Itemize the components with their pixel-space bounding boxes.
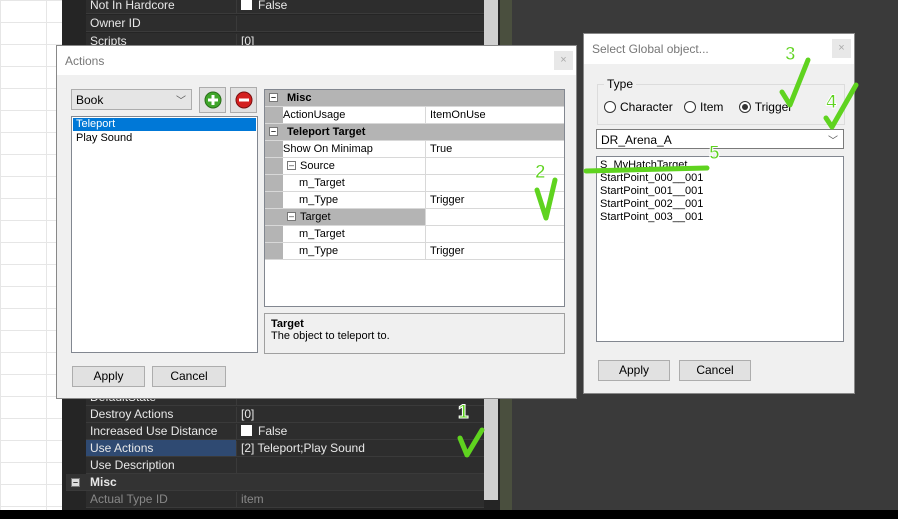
underline-mark: [583, 165, 710, 174]
annotation-2: 2: [535, 162, 546, 183]
annotation-1: 1: [458, 402, 469, 423]
checkmark-icon: [779, 57, 811, 108]
annotation-3: 3: [785, 44, 796, 65]
checkmark-icon: [457, 427, 485, 458]
annotation-5: 5: [709, 143, 720, 164]
annotation-4: 4: [826, 92, 837, 113]
annotation-overlay: 1 2 3 4 5: [457, 44, 859, 458]
checkmark-icon: [534, 177, 558, 221]
